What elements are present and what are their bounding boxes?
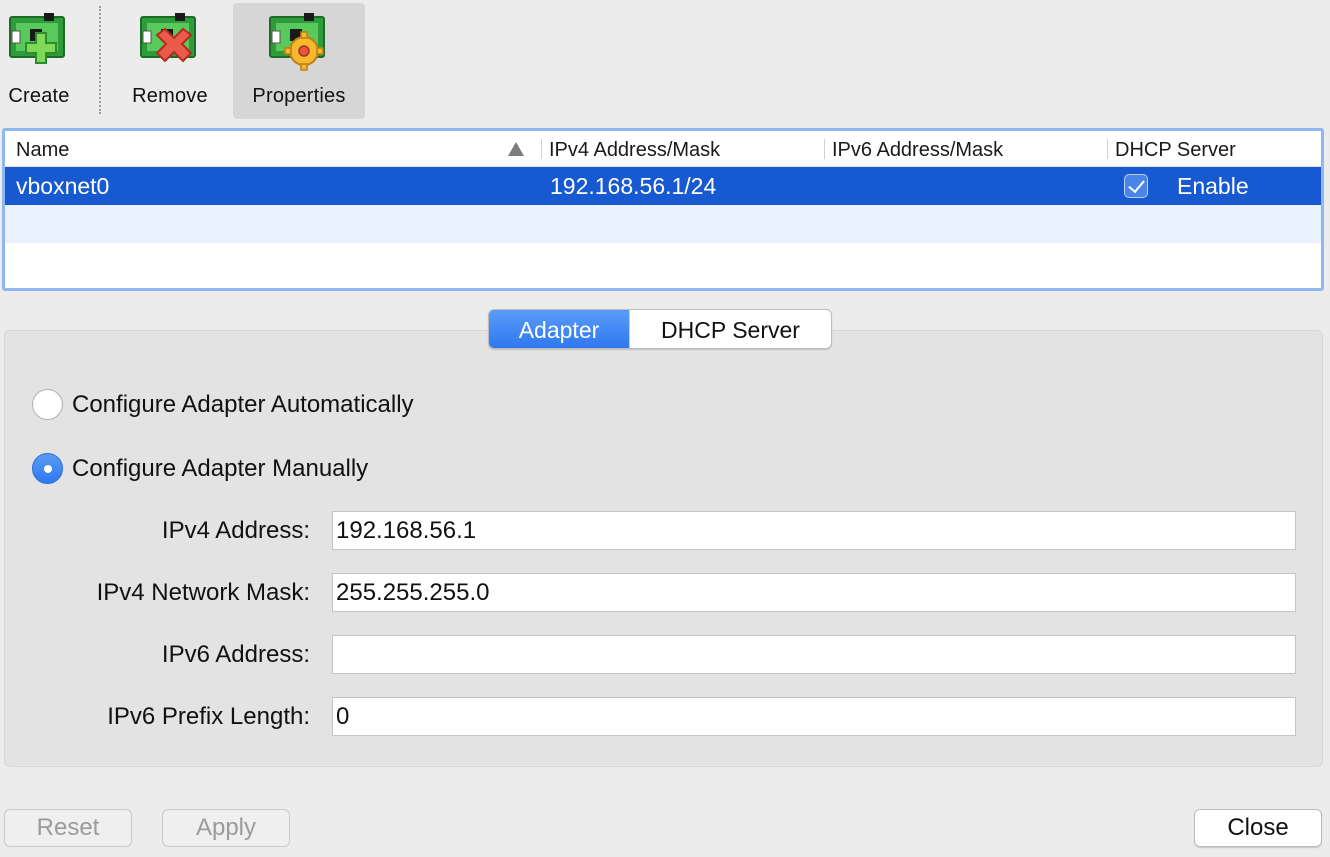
close-button[interactable]: Close [1194,809,1322,847]
configure-manual-label: Configure Adapter Manually [72,454,369,482]
remove-label: Remove [132,85,208,107]
tab-bar: Adapter DHCP Server [488,309,832,349]
remove-button[interactable]: Remove [122,3,218,119]
ipv6-prefix-field[interactable] [332,697,1296,736]
create-button[interactable]: Create [0,3,78,119]
tab-adapter[interactable]: Adapter [489,310,629,348]
network-remove-icon [137,9,203,75]
empty-row [5,205,1321,243]
table-header: Name IPv4 Address/Mask IPv6 Address/Mask… [5,131,1321,167]
reset-button[interactable]: Reset [4,809,132,847]
configure-auto-option[interactable]: Configure Adapter Automatically [32,389,414,420]
ipv4-address-row: IPv4 Address: [0,511,1330,551]
network-properties-icon [266,9,332,75]
configure-manual-radio[interactable] [32,453,63,484]
column-header-name[interactable]: Name [8,131,541,167]
toolbar-separator [99,6,101,114]
ipv6-address-field[interactable] [332,635,1296,674]
ipv4-address-field[interactable] [332,511,1296,550]
table-row[interactable]: vboxnet0 192.168.56.1/24 Enable [5,167,1321,205]
ipv4-address-label: IPv4 Address: [161,517,310,544]
dhcp-enable-label: Enable [1177,173,1249,199]
column-header-ipv4[interactable]: IPv4 Address/Mask [541,131,824,167]
apply-button[interactable]: Apply [162,809,290,847]
toolbar: Create Remove Properties [0,0,1330,122]
ipv6-address-row: IPv6 Address: [0,635,1330,675]
configure-auto-radio[interactable] [32,389,63,420]
empty-row [5,243,1321,281]
properties-label: Properties [252,85,346,107]
configure-auto-label: Configure Adapter Automatically [72,390,414,418]
ipv6-prefix-row: IPv6 Prefix Length: [0,697,1330,737]
sort-ascending-icon [508,142,524,156]
tab-dhcp-server[interactable]: DHCP Server [629,310,831,348]
ipv4-mask-row: IPv4 Network Mask: [0,573,1330,613]
create-label: Create [8,85,70,107]
network-name: vboxnet0 [16,173,110,199]
column-header-ipv6[interactable]: IPv6 Address/Mask [824,131,1107,167]
network-create-icon [6,9,72,75]
ipv4-mask-label: IPv4 Network Mask: [96,579,310,606]
ipv4-mask-field[interactable] [332,573,1296,612]
network-ipv4: 192.168.56.1/24 [550,173,717,199]
configure-manual-option[interactable]: Configure Adapter Manually [32,453,368,484]
network-table[interactable]: Name IPv4 Address/Mask IPv6 Address/Mask… [2,128,1324,291]
properties-button[interactable]: Properties [233,3,365,119]
dhcp-enable-checkbox[interactable] [1124,174,1148,198]
ipv6-prefix-label: IPv6 Prefix Length: [107,703,310,730]
ipv6-address-label: IPv6 Address: [161,641,310,668]
column-header-dhcp[interactable]: DHCP Server [1107,131,1321,167]
